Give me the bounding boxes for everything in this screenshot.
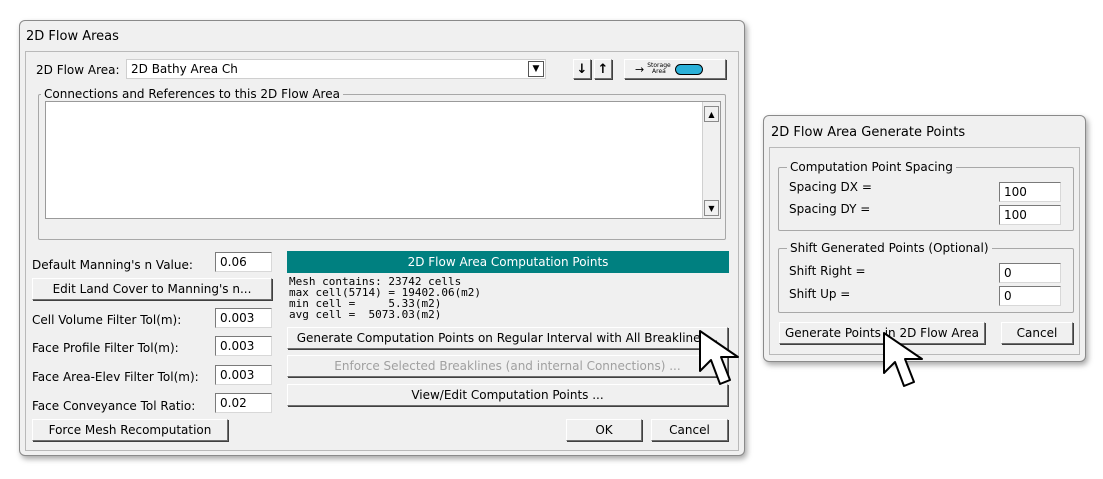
- mouse-pointer-icon: [699, 330, 739, 385]
- arrow-up-icon: ↑: [597, 61, 609, 77]
- face-profile-label: Face Profile Filter Tol(m):: [32, 341, 179, 355]
- window-title: 2D Flow Areas: [26, 29, 119, 44]
- flow-area-dropdown[interactable]: 2D Bathy Area Ch ▼: [126, 59, 546, 79]
- scroll-up-button[interactable]: ▲: [704, 106, 719, 122]
- flow-area-label: 2D Flow Area:: [36, 63, 120, 77]
- move-down-button[interactable]: ↓: [573, 59, 591, 79]
- mesh-info-box: Mesh contains: 23742 cells max cell(5714…: [287, 274, 729, 322]
- generate-panel: Computation Point Spacing Spacing DX = 1…: [769, 147, 1080, 355]
- flow-area-value: 2D Bathy Area Ch: [131, 62, 238, 76]
- storage-area-label: Storage Area: [647, 62, 671, 75]
- generate-points-window: 2D Flow Area Generate Points Computation…: [763, 115, 1086, 362]
- cell-volume-label: Cell Volume Filter Tol(m):: [32, 313, 182, 327]
- generate-cancel-button[interactable]: Cancel: [1001, 322, 1073, 344]
- connections-legend: Connections and References to this 2D Fl…: [41, 87, 343, 101]
- move-up-button[interactable]: ↑: [594, 59, 612, 79]
- mannings-input[interactable]: 0.06: [215, 252, 272, 272]
- face-area-input[interactable]: 0.003: [215, 365, 272, 385]
- window-title: 2D Flow Area Generate Points: [771, 125, 966, 140]
- flow-areas-window: 2D Flow Areas 2D Flow Area: 2D Bathy Are…: [19, 20, 745, 456]
- generate-computation-points-button[interactable]: Generate Computation Points on Regular I…: [287, 327, 728, 349]
- storage-area-icon: [674, 63, 703, 75]
- spacing-group: Computation Point Spacing Spacing DX = 1…: [778, 160, 1074, 231]
- triangle-up-icon: ▲: [708, 109, 715, 119]
- view-edit-computation-points-button[interactable]: View/Edit Computation Points ...: [287, 384, 728, 406]
- face-conveyance-label: Face Conveyance Tol Ratio:: [32, 399, 196, 413]
- shift-up-input[interactable]: 0: [999, 286, 1061, 306]
- face-profile-input[interactable]: 0.003: [215, 336, 272, 356]
- connections-scrollbar[interactable]: ▲ ▼: [702, 102, 720, 218]
- face-area-label: Face Area-Elev Filter Tol(m):: [32, 370, 199, 384]
- spacing-legend: Computation Point Spacing: [787, 160, 956, 174]
- arrow-right-icon: →: [635, 62, 645, 76]
- connections-list[interactable]: ▲ ▼: [45, 101, 721, 219]
- triangle-down-icon: ▼: [708, 203, 715, 213]
- spacing-dx-input[interactable]: 100: [999, 182, 1061, 202]
- connections-group: Connections and References to this 2D Fl…: [38, 87, 726, 240]
- arrow-down-icon: ↓: [576, 61, 588, 77]
- ok-button[interactable]: OK: [566, 419, 642, 441]
- shift-legend: Shift Generated Points (Optional): [787, 241, 992, 255]
- shift-up-label: Shift Up =: [789, 287, 851, 301]
- shift-right-label: Shift Right =: [789, 264, 866, 278]
- shift-group: Shift Generated Points (Optional) Shift …: [778, 241, 1074, 313]
- chevron-down-icon[interactable]: ▼: [528, 61, 544, 77]
- cell-volume-input[interactable]: 0.003: [215, 308, 272, 328]
- face-conveyance-input[interactable]: 0.02: [215, 393, 272, 413]
- edit-land-cover-button[interactable]: Edit Land Cover to Manning's n...: [32, 278, 272, 300]
- shift-right-input[interactable]: 0: [999, 263, 1061, 283]
- scroll-down-button[interactable]: ▼: [704, 200, 719, 216]
- spacing-dy-label: Spacing DY =: [789, 202, 871, 216]
- mouse-pointer-icon: [883, 332, 923, 387]
- storage-area-button[interactable]: → Storage Area: [624, 59, 726, 79]
- main-panel: 2D Flow Area: 2D Bathy Area Ch ▼ ↓ ↑ → S…: [25, 51, 739, 451]
- mesh-info-line: avg cell = 5073.03(m2): [289, 308, 442, 321]
- cancel-button[interactable]: Cancel: [651, 419, 728, 441]
- spacing-dx-label: Spacing DX =: [789, 180, 872, 194]
- computation-points-header: 2D Flow Area Computation Points: [287, 251, 729, 273]
- enforce-breaklines-button[interactable]: Enforce Selected Breaklines (and interna…: [287, 355, 728, 377]
- spacing-dy-input[interactable]: 100: [999, 205, 1061, 225]
- mannings-label: Default Manning's n Value:: [32, 258, 193, 272]
- force-mesh-recomputation-button[interactable]: Force Mesh Recomputation: [32, 419, 228, 441]
